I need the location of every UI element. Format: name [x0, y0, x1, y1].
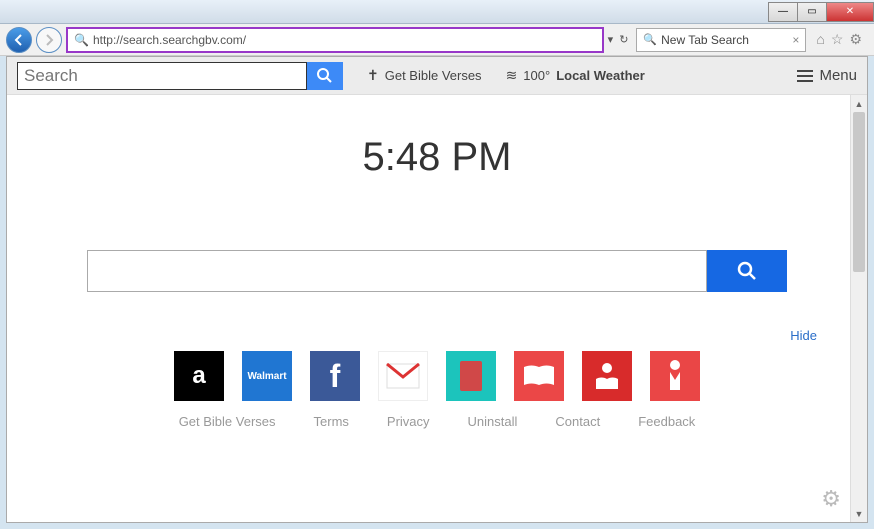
person-reading-icon: [590, 359, 624, 393]
tile-gmail[interactable]: [378, 351, 428, 401]
bible-verses-link[interactable]: ✝ Get Bible Verses: [367, 67, 482, 84]
hide-link[interactable]: Hide: [57, 328, 817, 343]
tile-reading[interactable]: [582, 351, 632, 401]
search-icon: [316, 67, 334, 85]
arrow-left-icon: [12, 33, 26, 47]
browser-navbar: 🔍 http://search.searchgbv.com/ ▾ ↻ 🔍 New…: [0, 24, 874, 56]
scrollbar: ▲ ▼: [850, 95, 867, 522]
window-titlebar: — ▭ ✕: [0, 0, 874, 24]
favorites-icon[interactable]: ☆: [831, 31, 844, 48]
window-close-button[interactable]: ✕: [826, 2, 874, 22]
window-maximize-button[interactable]: ▭: [797, 2, 827, 22]
settings-gear-icon[interactable]: ⚙: [821, 486, 841, 512]
clock-display: 5:48 PM: [7, 135, 867, 180]
bible-icon: ✝: [367, 67, 379, 84]
refresh-button[interactable]: ↻: [619, 33, 628, 46]
footer-link[interactable]: Get Bible Verses: [179, 414, 276, 429]
scroll-thumb[interactable]: [853, 112, 865, 272]
page-content: ✝ Get Bible Verses ≋ 100° Local Weather …: [6, 56, 868, 523]
toolbar-search-button[interactable]: [307, 62, 343, 90]
address-bar-controls: ▾ ↻: [608, 33, 633, 46]
tile-praying[interactable]: [650, 351, 700, 401]
url-text: http://search.searchgbv.com/: [93, 33, 596, 47]
main-search-button[interactable]: [707, 250, 787, 292]
main-search-input[interactable]: [87, 250, 707, 292]
footer: Get Bible Verses Terms Privacy Uninstall…: [7, 401, 867, 441]
toolbar-search-input[interactable]: [17, 62, 307, 90]
toolbar-search: [17, 62, 343, 90]
footer-link[interactable]: Terms: [314, 414, 349, 429]
tab-title: New Tab Search: [661, 33, 749, 47]
forward-button[interactable]: [36, 27, 62, 53]
scroll-down-button[interactable]: ▼: [851, 505, 867, 522]
tile-facebook[interactable]: f: [310, 351, 360, 401]
scroll-up-button[interactable]: ▲: [851, 95, 867, 112]
page-body: 5:48 PM Hide a Walmart f: [7, 95, 867, 522]
open-book-icon: [522, 363, 556, 389]
weather-link[interactable]: ≋ 100° Local Weather: [506, 67, 645, 84]
tab-close-button[interactable]: ×: [792, 33, 799, 47]
extension-toolbar: ✝ Get Bible Verses ≋ 100° Local Weather …: [7, 57, 867, 95]
footer-link[interactable]: Privacy: [387, 414, 430, 429]
hamburger-icon: [797, 75, 813, 77]
tile-walmart[interactable]: Walmart: [242, 351, 292, 401]
praying-icon: [660, 358, 690, 394]
main-search: [87, 250, 787, 292]
search-icon: [736, 260, 758, 282]
weather-icon: ≋: [506, 67, 518, 84]
settings-icon[interactable]: ⚙: [849, 31, 862, 48]
book-icon: [458, 359, 484, 393]
address-bar[interactable]: 🔍 http://search.searchgbv.com/: [66, 27, 604, 53]
footer-link[interactable]: Feedback: [638, 414, 695, 429]
tile-book-teal[interactable]: [446, 351, 496, 401]
window-minimize-button[interactable]: —: [768, 2, 798, 22]
gmail-icon: [386, 363, 420, 389]
arrow-right-icon: [42, 33, 56, 47]
dropdown-icon[interactable]: ▾: [608, 33, 614, 46]
search-icon: 🔍: [74, 33, 89, 47]
home-icon[interactable]: ⌂: [816, 31, 824, 48]
tile-amazon[interactable]: a: [174, 351, 224, 401]
quick-links: a Walmart f: [7, 351, 867, 401]
footer-link[interactable]: Contact: [555, 414, 600, 429]
search-icon: 🔍: [643, 33, 657, 46]
footer-link[interactable]: Uninstall: [468, 414, 518, 429]
menu-button[interactable]: Menu: [797, 67, 857, 84]
back-button[interactable]: [6, 27, 32, 53]
browser-tab[interactable]: 🔍 New Tab Search ×: [636, 28, 806, 52]
tile-open-book[interactable]: [514, 351, 564, 401]
